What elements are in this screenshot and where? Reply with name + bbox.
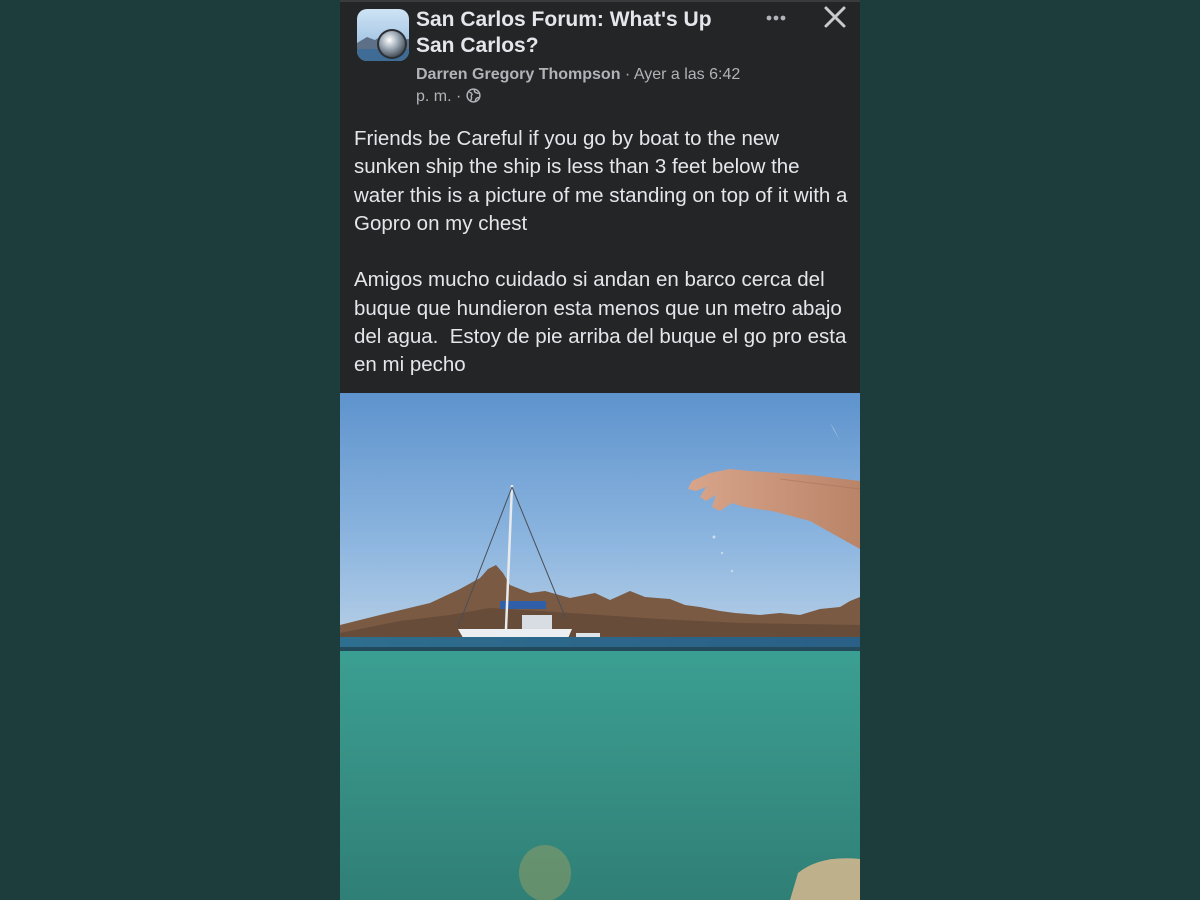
- post-photo[interactable]: [340, 393, 860, 900]
- post-meta: Darren Gregory Thompson · Ayer a las 6:4…: [416, 64, 756, 108]
- post-body-text: Friends be Careful if you go by boat to …: [354, 127, 848, 377]
- globe-icon: [466, 88, 481, 103]
- close-icon[interactable]: [820, 2, 850, 32]
- meta-separator: ·: [620, 66, 634, 83]
- post-viewer: San Carlos Forum: What's Up San Carlos? …: [340, 0, 860, 900]
- more-options-icon[interactable]: [760, 2, 794, 30]
- post-header: San Carlos Forum: What's Up San Carlos? …: [340, 0, 860, 120]
- group-name[interactable]: San Carlos Forum: What's Up San Carlos?: [416, 7, 746, 59]
- group-avatar-image: [357, 9, 409, 61]
- author-name[interactable]: Darren Gregory Thompson: [416, 66, 620, 83]
- gopro-photo: [340, 393, 860, 900]
- group-avatar[interactable]: [357, 9, 409, 61]
- time-separator: ·: [451, 88, 466, 105]
